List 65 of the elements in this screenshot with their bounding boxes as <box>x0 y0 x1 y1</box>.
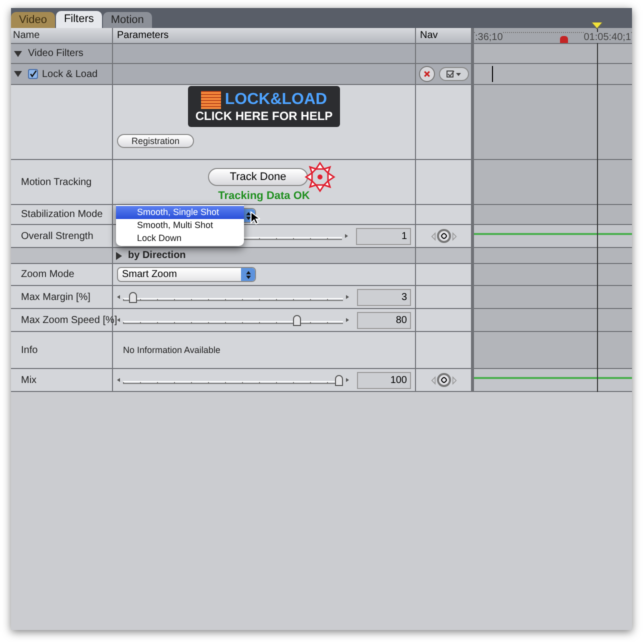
slider-thumb[interactable] <box>129 292 138 302</box>
section-label: by Direction <box>128 249 186 263</box>
step-right-icon[interactable] <box>345 234 348 238</box>
parameter-label: Max Margin [%] <box>21 290 90 304</box>
banner-title: LOCK&LOAD <box>224 90 328 108</box>
step-right-icon[interactable] <box>346 378 350 382</box>
parameter-label: Info <box>21 344 38 358</box>
info-text: No Information Available <box>123 345 220 355</box>
checkbox[interactable] <box>28 69 38 79</box>
step-left-icon[interactable] <box>117 378 120 382</box>
disclosure-triangle-icon[interactable] <box>14 71 22 77</box>
popup-value: Smart Zoom <box>122 268 178 281</box>
step-left-icon[interactable] <box>117 318 120 322</box>
slider-track[interactable] <box>123 290 344 304</box>
keyframe-mark <box>492 66 493 82</box>
popup-button[interactable]: Smart Zoom <box>117 267 256 282</box>
value-field[interactable]: 100 <box>357 372 411 388</box>
column-header[interactable]: Nav <box>420 28 438 43</box>
tab[interactable]: Video <box>11 12 55 28</box>
diamond-icon <box>440 233 446 239</box>
column-header[interactable]: Name <box>13 28 40 43</box>
slider-track[interactable] <box>123 374 344 386</box>
step-left-icon[interactable] <box>117 295 120 299</box>
parameter-label: Max Zoom Speed [%] <box>21 314 118 328</box>
marker-icon <box>560 36 568 43</box>
value-field[interactable]: 80 <box>357 312 411 328</box>
step-right-icon[interactable] <box>346 318 350 322</box>
menu-item[interactable]: Smooth, Single Shot <box>116 206 244 219</box>
banner-subtitle: CLICK HERE FOR HELP <box>195 108 333 122</box>
cursor-icon <box>250 211 260 225</box>
slider-thumb[interactable] <box>335 374 344 386</box>
column-header[interactable]: Parameters <box>117 28 169 43</box>
value-field[interactable]: 1 <box>356 228 411 244</box>
registration-button[interactable]: Registration <box>117 134 194 148</box>
tracking-status: Tracking Data OK <box>218 189 310 204</box>
checkbox-caret-icon <box>446 70 462 78</box>
menu-item[interactable]: Lock Down <box>116 232 244 245</box>
filter-label: Lock & Load <box>42 68 98 82</box>
target-icon <box>304 161 336 193</box>
stepper-arrows-icon <box>241 268 255 281</box>
value-field[interactable]: 3 <box>357 288 411 306</box>
step-right-icon[interactable] <box>346 295 350 299</box>
group-label: Video Filters <box>28 47 84 61</box>
parameter-label: Overall Strength <box>21 230 94 244</box>
reset-button[interactable] <box>418 66 434 82</box>
tab[interactable]: Motion <box>102 12 152 28</box>
help-banner[interactable]: LOCK&LOAD CLICK HERE FOR HELP <box>188 86 340 127</box>
slider-thumb[interactable] <box>292 314 301 326</box>
parameter-label: Stabilization Mode <box>21 208 103 222</box>
parameter-label: Zoom Mode <box>21 268 74 282</box>
add-keyframe-button[interactable] <box>436 229 450 243</box>
disclosure-triangle-icon[interactable] <box>14 50 22 56</box>
tab[interactable]: Filters <box>56 11 102 28</box>
add-keyframe-button[interactable] <box>436 373 450 387</box>
close-icon <box>422 70 430 78</box>
options-menu-button[interactable] <box>438 67 468 81</box>
parameter-label: Mix <box>21 374 37 388</box>
diamond-icon <box>440 377 446 383</box>
timecode-label: 01:05:40;1 <box>584 32 631 43</box>
slider-track[interactable] <box>123 314 344 326</box>
cube-icon <box>200 90 221 108</box>
menu-item[interactable]: Smooth, Multi Shot <box>116 219 244 232</box>
parameter-label: Motion Tracking <box>21 176 92 190</box>
track-done-button[interactable]: Track Done <box>208 168 308 186</box>
timecode-label: :36;10 <box>475 32 503 43</box>
